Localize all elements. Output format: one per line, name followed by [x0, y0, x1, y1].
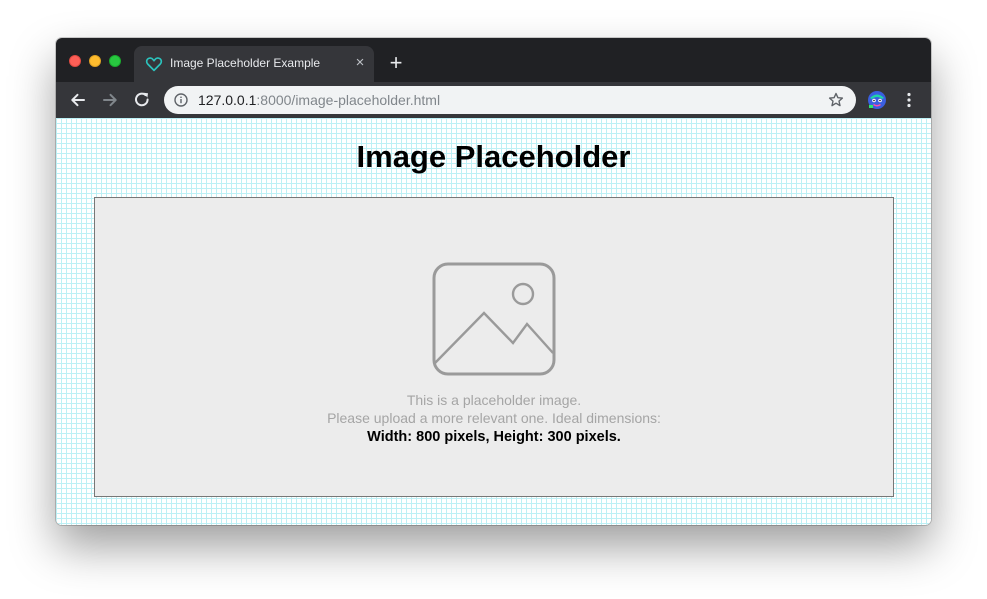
placeholder-instruction: Please upload a more relevant one. Ideal…	[327, 410, 661, 426]
image-placeholder: This is a placeholder image. Please uplo…	[94, 197, 894, 497]
url-host: 127.0.0.1	[198, 92, 257, 108]
tab-strip: Image Placeholder Example × +	[56, 38, 931, 82]
info-icon[interactable]	[174, 93, 188, 107]
new-tab-button[interactable]: +	[386, 52, 406, 74]
minimize-window-button[interactable]	[89, 55, 101, 67]
address-bar[interactable]: 127.0.0.1:8000/image-placeholder.html	[164, 86, 856, 114]
bookmark-star-icon[interactable]	[828, 92, 844, 108]
tab-close-icon[interactable]: ×	[352, 55, 368, 71]
url-path: :8000/image-placeholder.html	[256, 92, 441, 108]
tab-title: Image Placeholder Example	[170, 56, 321, 70]
browser-toolbar: 127.0.0.1:8000/image-placeholder.html	[56, 82, 931, 118]
page-title: Image Placeholder	[356, 139, 631, 174]
maximize-window-button[interactable]	[109, 55, 121, 67]
browser-window: Image Placeholder Example × + 127.0.0.1:…	[56, 38, 931, 525]
image-icon	[432, 262, 556, 376]
extension-avatar-icon[interactable]	[866, 89, 888, 111]
forward-arrow-icon[interactable]	[100, 90, 120, 110]
kebab-menu-icon[interactable]	[902, 90, 916, 110]
back-arrow-icon[interactable]	[68, 90, 88, 110]
page-content: Image Placeholder This is a placeholder …	[56, 118, 931, 525]
placeholder-note: This is a placeholder image.	[406, 392, 582, 408]
tab-active[interactable]: Image Placeholder Example ×	[134, 46, 374, 82]
reload-icon[interactable]	[132, 90, 152, 110]
close-window-button[interactable]	[69, 55, 81, 67]
placeholder-dimensions: Width: 800 pixels, Height: 300 pixels.	[367, 429, 621, 445]
heart-outline-icon	[145, 57, 163, 72]
url-text[interactable]: 127.0.0.1:8000/image-placeholder.html	[198, 92, 440, 108]
